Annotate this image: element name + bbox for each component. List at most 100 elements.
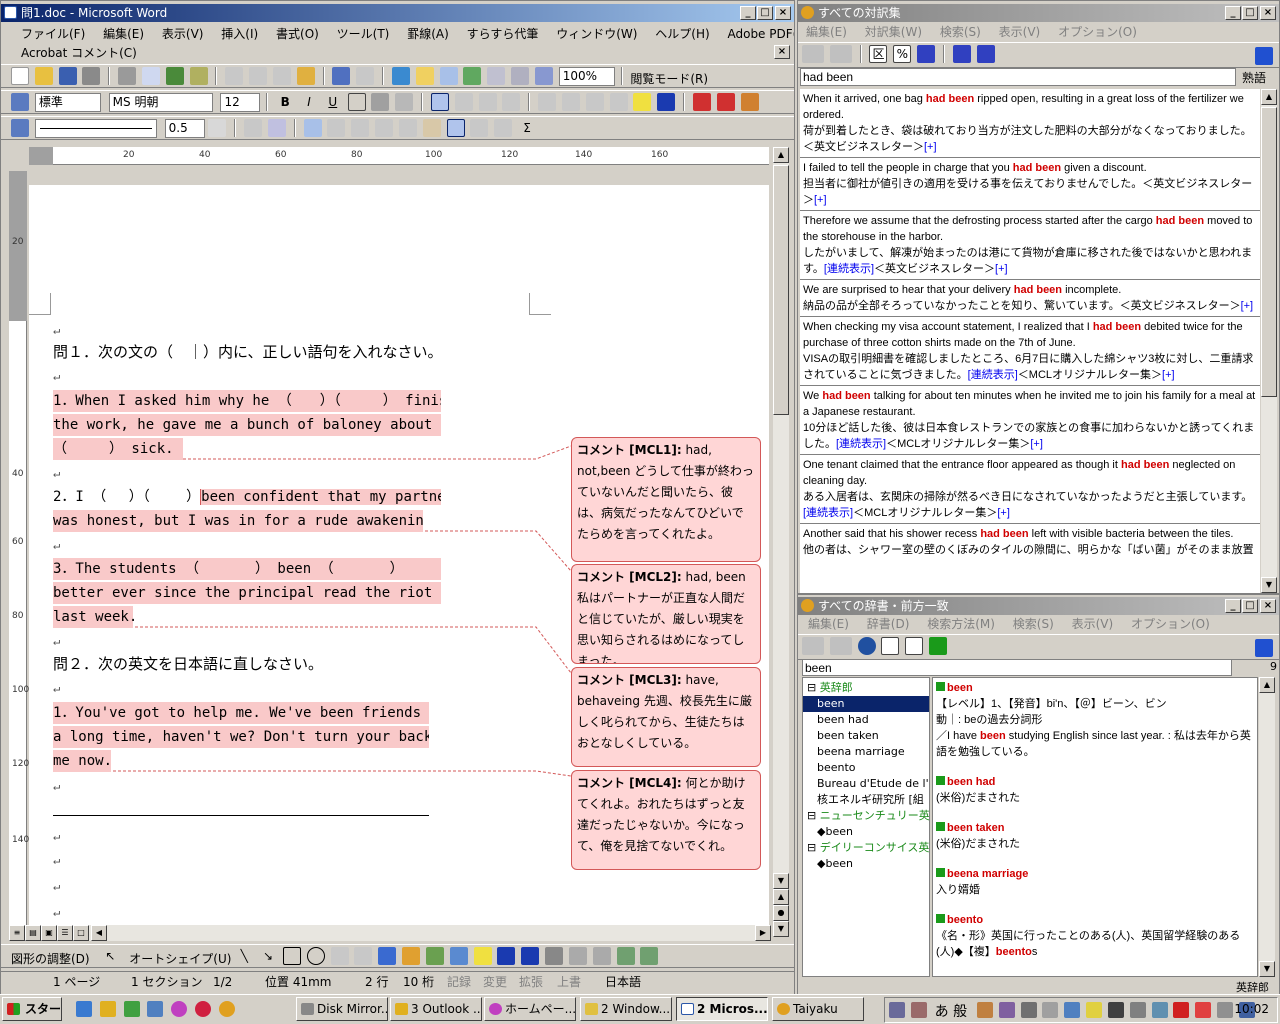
diagram-icon[interactable] bbox=[402, 947, 421, 965]
comment-balloon[interactable]: コメント [MCL3]: have, behaveing 先週、校長先生に厳しく… bbox=[571, 667, 761, 767]
tray-icon[interactable] bbox=[1020, 1002, 1037, 1018]
pin-icon[interactable] bbox=[1255, 639, 1273, 657]
tray-icon[interactable] bbox=[1064, 1002, 1081, 1018]
search-flag-icon[interactable] bbox=[952, 45, 971, 63]
taiyaku-titlebar[interactable]: すべての対訳集 _ □ × bbox=[798, 4, 1279, 22]
dict-definitions[interactable]: been 【レベル】1、【発音】bi'n、【＠】ビーン、ビン 動｜: beの過去分詞… bbox=[932, 677, 1258, 977]
select-browse-button[interactable]: ● bbox=[773, 905, 789, 921]
scroll-up-button[interactable]: ▲ bbox=[773, 147, 789, 163]
volume-icon[interactable] bbox=[1217, 1002, 1234, 1018]
forward-icon[interactable] bbox=[829, 45, 852, 63]
web-view-button[interactable]: ▤ bbox=[25, 925, 41, 941]
select-objects-icon[interactable]: ↖ bbox=[101, 947, 119, 965]
tree-item[interactable]: been taken bbox=[803, 728, 929, 744]
task-word[interactable]: 2 Micros... bbox=[676, 997, 768, 1021]
maximize-button[interactable]: □ bbox=[1242, 6, 1258, 20]
entry-more-link[interactable]: [+] bbox=[995, 263, 1008, 275]
entry-more-link[interactable]: [+] bbox=[1162, 369, 1175, 381]
entry-continuous-link[interactable]: [連続表示] bbox=[803, 507, 853, 519]
pin-icon[interactable] bbox=[1255, 47, 1273, 65]
tree-item[interactable]: ◆been bbox=[803, 824, 929, 840]
tray-icon[interactable] bbox=[1151, 1002, 1168, 1018]
menu-item[interactable]: 対訳集(W) bbox=[865, 25, 922, 39]
task-outlook[interactable]: 3 Outlook ... bbox=[390, 997, 482, 1021]
minimize-button[interactable]: _ bbox=[1225, 6, 1241, 20]
entry-continuous-link[interactable]: [連続表示] bbox=[836, 438, 886, 450]
task-homepage[interactable]: ホームペー... bbox=[484, 997, 576, 1021]
line-style-icon[interactable] bbox=[545, 947, 564, 965]
scroll-right-button[interactable]: ▶ bbox=[755, 925, 771, 941]
close-button[interactable]: × bbox=[1260, 6, 1276, 20]
result-entry[interactable]: When checking my visa account statement,… bbox=[800, 317, 1260, 386]
menu-item[interactable]: オプション(O) bbox=[1131, 617, 1210, 631]
shadow-icon[interactable] bbox=[616, 947, 635, 965]
dict-tree[interactable]: ⊟ 英辞郎 been been had been taken beena marriag… bbox=[802, 677, 930, 977]
task-taiyaku[interactable]: Taiyaku bbox=[772, 997, 864, 1021]
kanji-mode-icon[interactable]: 区 bbox=[869, 45, 888, 63]
menu-item[interactable]: 辞書(D) bbox=[867, 617, 910, 631]
app-icon[interactable] bbox=[195, 1001, 212, 1017]
percent-icon[interactable]: % bbox=[893, 45, 912, 63]
mail-icon[interactable] bbox=[1173, 1002, 1190, 1018]
vertical-textbox-icon[interactable] bbox=[354, 947, 373, 965]
taiyaku-scrollbar[interactable]: ▲ ▼ bbox=[1261, 89, 1277, 593]
collapse-icon[interactable]: ⊟ bbox=[807, 841, 820, 854]
word-vertical-scrollbar[interactable]: ▲ ▼ ▲ ● ▼ bbox=[773, 147, 789, 937]
entry-continuous-link[interactable]: [連続表示] bbox=[824, 263, 874, 275]
tree-item[interactable]: been had bbox=[803, 712, 929, 728]
menu-item[interactable]: 表示(V) bbox=[1072, 617, 1114, 631]
result-entry[interactable]: I failed to tell the people in charge th… bbox=[800, 158, 1260, 211]
comment-balloon[interactable]: コメント [MCL1]: had, not,been どうして仕事が終わっていな… bbox=[571, 437, 761, 562]
outlook-icon[interactable] bbox=[99, 1001, 116, 1017]
tree-item[interactable]: been bbox=[803, 696, 929, 712]
taiyaku-launch-icon[interactable] bbox=[218, 1001, 235, 1017]
tray-icon[interactable] bbox=[998, 1002, 1015, 1018]
tray-icon[interactable] bbox=[1129, 1002, 1146, 1018]
rectangle-icon[interactable] bbox=[282, 947, 301, 965]
scroll-down-button[interactable]: ▼ bbox=[1261, 577, 1277, 593]
tray-icon[interactable] bbox=[1042, 1002, 1059, 1018]
tray-icon[interactable] bbox=[1086, 1002, 1103, 1018]
forward-icon[interactable] bbox=[829, 637, 852, 655]
maximize-button[interactable]: □ bbox=[1242, 599, 1258, 613]
next-page-button[interactable]: ▼ bbox=[773, 921, 789, 937]
tree-item[interactable]: Bureau d'Etude de l'Er bbox=[803, 776, 929, 792]
task-windows[interactable]: 2 Window... bbox=[580, 997, 672, 1021]
scroll-thumb[interactable] bbox=[773, 165, 789, 415]
taiyaku-search-input[interactable] bbox=[800, 68, 1236, 86]
textbox-icon[interactable] bbox=[330, 947, 349, 965]
tree-item[interactable]: ⊟ デイリーコンサイス英和 bbox=[803, 840, 929, 856]
picture-icon[interactable] bbox=[449, 947, 468, 965]
dict-scrollbar[interactable]: ▲ ▼ bbox=[1259, 677, 1275, 977]
entry-more-link[interactable]: [+] bbox=[924, 141, 937, 153]
tree-item[interactable]: beena marriage bbox=[803, 744, 929, 760]
result-entry[interactable]: We are surprised to hear that your deliv… bbox=[800, 280, 1260, 317]
ie-icon[interactable] bbox=[76, 1001, 92, 1017]
tray-icon[interactable] bbox=[1195, 1002, 1212, 1018]
taiyaku-results[interactable]: When it arrived, one bag had been ripped… bbox=[800, 89, 1260, 593]
3d-icon[interactable] bbox=[640, 947, 659, 965]
scroll-up-button[interactable]: ▲ bbox=[1259, 677, 1275, 693]
draw-font-color-icon[interactable] bbox=[521, 947, 540, 965]
clock[interactable]: 10:02 bbox=[1234, 1002, 1269, 1016]
print-view-button[interactable]: ▣ bbox=[41, 925, 57, 941]
layout2-icon[interactable] bbox=[905, 637, 924, 655]
outline-view-button[interactable]: ☰ bbox=[57, 925, 73, 941]
dict-icon[interactable] bbox=[976, 45, 995, 63]
scroll-up-button[interactable]: ▲ bbox=[1261, 89, 1277, 105]
normal-view-button[interactable]: ≡ bbox=[9, 925, 25, 941]
entry-more-link[interactable]: [+] bbox=[814, 194, 827, 206]
menu-item[interactable]: 検索(S) bbox=[1013, 617, 1054, 631]
scroll-thumb[interactable] bbox=[1261, 107, 1277, 397]
wordart-icon[interactable] bbox=[378, 947, 397, 965]
result-entry[interactable]: We had been talking for about ten minute… bbox=[800, 386, 1260, 455]
messenger-icon[interactable] bbox=[123, 1001, 140, 1017]
comment-balloon[interactable]: コメント [MCL4]: 何とか助けてくれよ。おれたちはずっと友達だったじゃない… bbox=[571, 770, 761, 870]
comment-balloon[interactable]: コメント [MCL2]: had, been 私はパートナーが正直な人間だと信じ… bbox=[571, 564, 761, 664]
app-icon[interactable] bbox=[171, 1001, 188, 1017]
layout-icon[interactable] bbox=[881, 637, 900, 655]
reading-view-button[interactable]: □ bbox=[73, 925, 89, 941]
tray-icon[interactable] bbox=[1107, 1002, 1124, 1018]
clipart-icon[interactable] bbox=[425, 947, 444, 965]
tree-item[interactable]: ◆been bbox=[803, 856, 929, 872]
